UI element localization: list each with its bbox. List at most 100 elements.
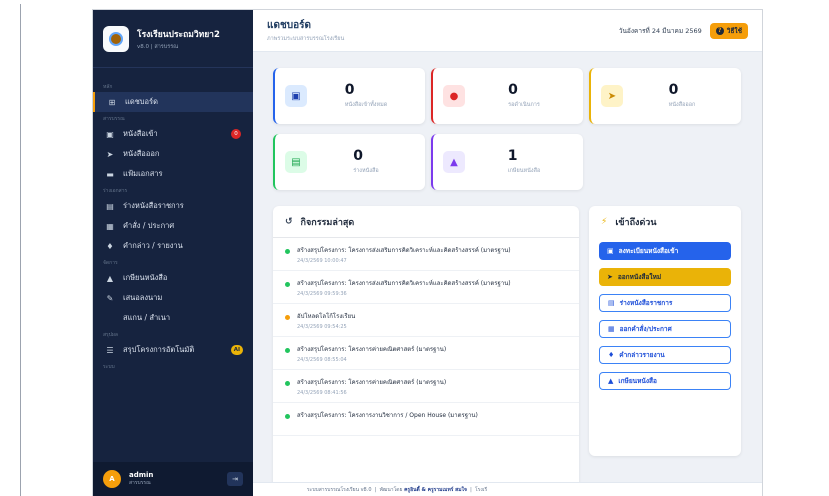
sidebar-item-label: หนังสือออก bbox=[123, 149, 160, 158]
sidebar-item-label: สแกน / สำเนา bbox=[123, 313, 171, 322]
status-dot bbox=[285, 381, 290, 386]
help-label: วิธีใช้ bbox=[726, 26, 742, 35]
sign-document-button[interactable]: ▲ เกษียนหนังสือ bbox=[599, 372, 731, 390]
history-icon: ↺ bbox=[285, 216, 293, 227]
alert-icon: ● bbox=[443, 85, 465, 107]
sidebar: โรงเรียนประถมวิทยา2 v8.0 | สารบรรณ หลัก … bbox=[93, 10, 253, 496]
list-item[interactable]: สร้างสรุปโครงการ: โครงการงานวิชาการ / Op… bbox=[273, 403, 579, 436]
brand-subtitle: v8.0 | สารบรรณ bbox=[137, 43, 179, 50]
button-label: ร่างหนังสือราชการ bbox=[619, 299, 673, 307]
status-dot bbox=[285, 348, 290, 353]
footer-separator: | bbox=[470, 487, 472, 493]
list-icon: ☰ bbox=[106, 345, 114, 355]
speech-report-button[interactable]: ♦ คำกล่าวรายงาน bbox=[599, 346, 731, 364]
inbox-icon: ▣ bbox=[106, 129, 114, 139]
activity-time: 24/3/2569 08:41:56 bbox=[297, 390, 347, 396]
stat-value: 0 bbox=[344, 82, 355, 98]
footer-dev-prefix: พัฒนาโดย bbox=[379, 487, 403, 493]
stamp-icon: ▲ bbox=[106, 273, 114, 283]
paper-plane-icon: ➤ bbox=[607, 273, 613, 281]
sidebar-item-label: เกษียนหนังสือ bbox=[123, 273, 168, 282]
sidebar-item-order[interactable]: ▦ คำสั่ง / ประกาศ bbox=[93, 216, 253, 236]
folder-icon: ▬ bbox=[106, 169, 114, 179]
button-label: เกษียนหนังสือ bbox=[618, 377, 657, 385]
brand-title: โรงเรียนประถมวิทยา2 bbox=[137, 29, 220, 40]
list-item[interactable]: สร้างสรุปโครงการ: โครงการค่ายคณิตศาสตร์ … bbox=[273, 370, 579, 403]
activity-header: ↺ กิจกรรมล่าสุด bbox=[273, 206, 579, 238]
register-inbox-button[interactable]: ▣ ลงทะเบียนหนังสือเข้า bbox=[599, 242, 731, 260]
activity-title: กิจกรรมล่าสุด bbox=[300, 217, 355, 228]
activity-time: 24/3/2569 09:54:25 bbox=[297, 324, 347, 330]
stat-card-inbox-total[interactable]: ▣ 0 หนังสือเข้าทั้งหมด bbox=[273, 68, 425, 124]
status-dot bbox=[285, 282, 290, 287]
list-item[interactable]: สร้างสรุปโครงการ: โครงการค่ายคณิตศาสตร์ … bbox=[273, 337, 579, 370]
sidebar-item-propose[interactable]: ✎ เสนอลงนาม bbox=[93, 288, 253, 308]
stat-label: เกษียนหนังสือ bbox=[507, 168, 541, 174]
quick-access-header: ⚡ เข้าถึงด่วน bbox=[589, 206, 741, 238]
activity-time: 24/3/2569 08:55:04 bbox=[297, 357, 347, 363]
footer-system: ระบบสารบรรณโรงเรียน v8.0 bbox=[307, 487, 372, 493]
quick-access-title: เข้าถึงด่วน bbox=[615, 218, 657, 228]
sidebar-item-scan[interactable]: สแกน / สำเนา bbox=[93, 308, 253, 328]
quick-access-panel: ⚡ เข้าถึงด่วน ▣ ลงทะเบียนหนังสือเข้า ➤ อ… bbox=[589, 206, 741, 456]
sidebar-item-folder[interactable]: ▬ แฟ้มเอกสาร bbox=[93, 164, 253, 184]
file-text-icon: ▦ bbox=[608, 325, 615, 333]
footer-separator: | bbox=[374, 487, 377, 493]
section-system: ระบบ bbox=[103, 364, 115, 370]
section-manage: จัดการ bbox=[103, 260, 118, 266]
stat-value: 0 bbox=[353, 148, 364, 164]
stat-card-pending[interactable]: ● 0 รอดำเนินการ bbox=[431, 68, 583, 124]
footer-school: โรงเรี bbox=[474, 487, 488, 493]
button-label: ออกคำสั่ง/ประกาศ bbox=[619, 325, 672, 333]
sidebar-item-project-ai[interactable]: ☰ สรุปโครงการอัตโนมัติ AI bbox=[93, 340, 253, 360]
help-button[interactable]: ? วิธีใช้ bbox=[709, 22, 748, 39]
sidebar-item-label: แดชบอร์ด bbox=[125, 97, 158, 106]
button-label: ออกหนังสือใหม่ bbox=[617, 273, 662, 281]
issue-order-button[interactable]: ▦ ออกคำสั่ง/ประกาศ bbox=[599, 320, 731, 338]
user-name: admin bbox=[129, 471, 154, 479]
page-subtitle: ภาพรวมระบบสารบรรณโรงเรียน bbox=[267, 36, 345, 42]
inbox-icon: ▣ bbox=[607, 247, 614, 255]
sidebar-item-label: แฟ้มเอกสาร bbox=[123, 169, 163, 178]
brand: โรงเรียนประถมวิทยา2 v8.0 | สารบรรณ bbox=[93, 10, 253, 68]
sidebar-item-draft-official[interactable]: ▤ ร่างหนังสือราชการ bbox=[93, 196, 253, 216]
sidebar-item-label: เสนอลงนาม bbox=[123, 293, 163, 302]
user-role: สารบรรณ bbox=[129, 480, 151, 486]
recent-activity-panel: ↺ กิจกรรมล่าสุด สร้างสรุปโครงการ: โครงกา… bbox=[273, 206, 579, 496]
stat-value: 0 bbox=[508, 82, 518, 98]
draft-official-button[interactable]: ▤ ร่างหนังสือราชการ bbox=[599, 294, 731, 312]
sidebar-item-label: สรุปโครงการอัตโนมัติ bbox=[123, 345, 195, 354]
list-item[interactable]: อัปโหลดโลโก้โรงเรียน 24/3/2569 09:54:25 bbox=[273, 304, 579, 337]
activity-time: 24/3/2569 10:00:47 bbox=[297, 258, 347, 264]
section-docs: ร่างเอกสาร bbox=[103, 188, 128, 194]
app-window: โรงเรียนประถมวิทยา2 v8.0 | สารบรรณ หลัก … bbox=[93, 10, 762, 496]
paper-plane-icon: ➤ bbox=[601, 85, 623, 107]
microphone-icon: ♦ bbox=[608, 351, 615, 359]
button-label: ลงทะเบียนหนังสือเข้า bbox=[618, 247, 679, 255]
stat-label: หนังสือเข้าทั้งหมด bbox=[344, 102, 388, 108]
status-dot bbox=[285, 414, 290, 419]
document-icon: ▤ bbox=[285, 151, 307, 173]
new-outbox-button[interactable]: ➤ ออกหนังสือใหม่ bbox=[599, 268, 731, 286]
list-item[interactable]: สร้างสรุปโครงการ: โครงการส่งเสริมการคิดว… bbox=[273, 238, 579, 271]
section-saraban: สารบรรณ bbox=[103, 116, 125, 122]
sidebar-item-dashboard[interactable]: ⊞ แดชบอร์ด bbox=[93, 92, 253, 112]
stat-card-signed[interactable]: ▲ 1 เกษียนหนังสือ bbox=[431, 134, 583, 190]
sidebar-item-outbox[interactable]: ➤ หนังสือออก bbox=[93, 144, 253, 164]
file-text-icon: ▦ bbox=[106, 221, 114, 231]
stat-label: รอดำเนินการ bbox=[508, 102, 540, 108]
sidebar-item-speech[interactable]: ♦ คำกล่าว / รายงาน bbox=[93, 236, 253, 256]
school-logo bbox=[103, 25, 129, 52]
question-icon: ? bbox=[715, 26, 724, 35]
sidebar-item-inbox[interactable]: ▣ หนังสือเข้า 0 bbox=[93, 124, 253, 144]
stat-card-outbox[interactable]: ➤ 0 หนังสือออก bbox=[589, 68, 741, 124]
paper-plane-icon: ➤ bbox=[106, 149, 114, 159]
logout-icon[interactable]: ⇥ bbox=[227, 472, 243, 486]
list-item[interactable]: สร้างสรุปโครงการ: โครงการส่งเสริมการคิดว… bbox=[273, 271, 579, 304]
activity-text: อัปโหลดโลโก้โรงเรียน bbox=[297, 313, 356, 320]
activity-text: สร้างสรุปโครงการ: โครงการส่งเสริมการคิดว… bbox=[297, 280, 511, 287]
stat-card-drafts[interactable]: ▤ 0 ร่างหนังสือ bbox=[273, 134, 425, 190]
sidebar-item-sign[interactable]: ▲ เกษียนหนังสือ bbox=[93, 268, 253, 288]
footer-developer: ครูอินดี้ & ครูรามเมทร์ สมใจ bbox=[404, 487, 467, 493]
button-label: คำกล่าวรายงาน bbox=[619, 351, 665, 359]
